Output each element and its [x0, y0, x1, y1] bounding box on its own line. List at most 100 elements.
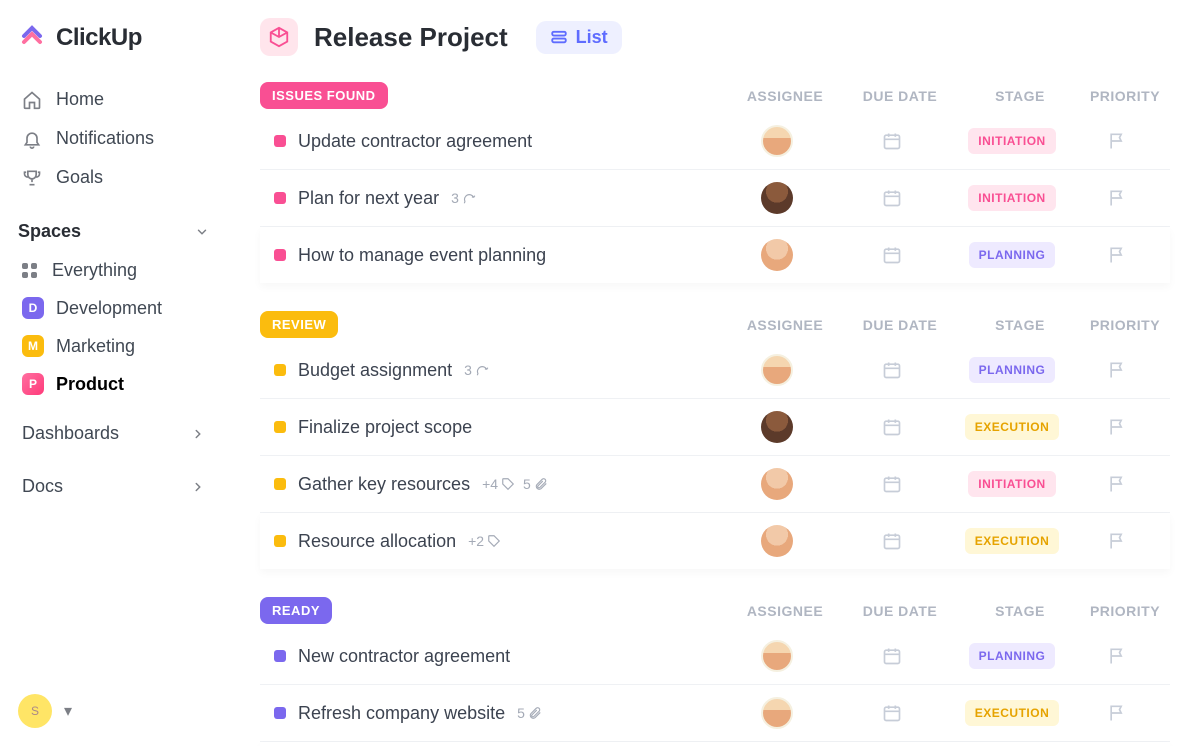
priority-cell[interactable] [1072, 188, 1162, 208]
stage-cell[interactable]: EXECUTION [952, 700, 1072, 726]
assignee-cell[interactable] [722, 354, 832, 386]
assignee-cell[interactable] [722, 640, 832, 672]
sidebar-dashboards[interactable]: Dashboards [18, 411, 212, 456]
calendar-icon [882, 531, 902, 551]
chevron-right-icon [188, 477, 208, 497]
group-label[interactable]: ISSUES FOUND [260, 82, 388, 109]
flag-icon [1107, 703, 1127, 723]
nav-label: Notifications [56, 128, 154, 149]
assignee-cell[interactable] [722, 125, 832, 157]
priority-cell[interactable] [1072, 531, 1162, 551]
main-content: Release Project List ISSUES FOUND ASSIGN… [230, 0, 1200, 746]
flag-icon [1107, 646, 1127, 666]
col-stage: STAGE [960, 317, 1080, 333]
due-date-cell[interactable] [832, 245, 952, 265]
assignee-cell[interactable] [722, 525, 832, 557]
assignee-cell[interactable] [722, 697, 832, 729]
chevron-down-icon [192, 222, 212, 242]
task-row[interactable]: Finalize project scope EXECUTION [260, 399, 1170, 456]
task-row[interactable]: New contractor agreement PLANNING [260, 628, 1170, 685]
logo[interactable]: ClickUp [18, 24, 212, 52]
stage-cell[interactable]: INITIATION [952, 471, 1072, 497]
sidebar-space-development[interactable]: DDevelopment [18, 289, 212, 327]
status-dot[interactable] [274, 478, 286, 490]
assignee-cell[interactable] [722, 411, 832, 443]
stage-cell[interactable]: EXECUTION [952, 528, 1072, 554]
due-date-cell[interactable] [832, 417, 952, 437]
status-dot[interactable] [274, 135, 286, 147]
sidebar-docs[interactable]: Docs [18, 464, 212, 509]
everything-label: Everything [52, 260, 137, 281]
nav-label: Home [56, 89, 104, 110]
task-row[interactable]: How to manage event planning PLANNING [260, 227, 1170, 283]
sidebar-nav-home[interactable]: Home [18, 80, 212, 119]
due-date-cell[interactable] [832, 360, 952, 380]
assignee-cell[interactable] [722, 468, 832, 500]
status-dot[interactable] [274, 535, 286, 547]
priority-cell[interactable] [1072, 474, 1162, 494]
priority-cell[interactable] [1072, 646, 1162, 666]
task-row[interactable]: Resource allocation +2 EXECUTION [260, 513, 1170, 569]
due-date-cell[interactable] [832, 474, 952, 494]
task-title: New contractor agreement [298, 646, 510, 667]
stage-pill: PLANNING [969, 357, 1056, 383]
flag-icon [1107, 474, 1127, 494]
column-headers: ASSIGNEE DUE DATE STAGE PRIORITY [730, 603, 1170, 619]
group-label[interactable]: REVIEW [260, 311, 338, 338]
calendar-icon [882, 703, 902, 723]
stage-cell[interactable]: PLANNING [952, 643, 1072, 669]
status-dot[interactable] [274, 421, 286, 433]
due-date-cell[interactable] [832, 188, 952, 208]
col-assignee: ASSIGNEE [730, 88, 840, 104]
sidebar-everything[interactable]: Everything [18, 252, 212, 289]
status-dot[interactable] [274, 707, 286, 719]
col-priority: PRIORITY [1080, 317, 1170, 333]
task-row[interactable]: Update contractor agreement INITIATION [260, 113, 1170, 170]
caret-down-icon: ▾ [58, 701, 78, 721]
status-dot[interactable] [274, 249, 286, 261]
col-due-date: DUE DATE [840, 88, 960, 104]
due-date-cell[interactable] [832, 703, 952, 723]
priority-cell[interactable] [1072, 360, 1162, 380]
assignee-cell[interactable] [722, 239, 832, 271]
calendar-icon [882, 360, 902, 380]
task-row[interactable]: Plan for next year 3 INITIATION [260, 170, 1170, 227]
priority-cell[interactable] [1072, 703, 1162, 723]
assignee-avatar [761, 468, 793, 500]
assignee-cell[interactable] [722, 182, 832, 214]
task-row[interactable]: Budget assignment 3 PLANNING [260, 342, 1170, 399]
flag-icon [1107, 131, 1127, 151]
stage-cell[interactable]: PLANNING [952, 357, 1072, 383]
view-selector[interactable]: List [536, 21, 622, 54]
stage-cell[interactable]: INITIATION [952, 128, 1072, 154]
group-label[interactable]: READY [260, 597, 332, 624]
due-date-cell[interactable] [832, 531, 952, 551]
stage-cell[interactable]: PLANNING [952, 242, 1072, 268]
due-date-cell[interactable] [832, 646, 952, 666]
due-date-cell[interactable] [832, 131, 952, 151]
calendar-icon [882, 245, 902, 265]
flag-icon [1107, 417, 1127, 437]
sidebar-space-product[interactable]: PProduct [18, 365, 212, 403]
sidebar-nav-goals[interactable]: Goals [18, 158, 212, 197]
task-title: Budget assignment [298, 360, 452, 381]
task-row[interactable]: Refresh company website 5 EXECUTION [260, 685, 1170, 742]
status-dot[interactable] [274, 650, 286, 662]
user-menu[interactable]: S ▾ [18, 694, 212, 728]
docs-label: Docs [22, 476, 63, 497]
calendar-icon [882, 188, 902, 208]
status-dot[interactable] [274, 364, 286, 376]
space-letter-icon: D [22, 297, 44, 319]
status-dot[interactable] [274, 192, 286, 204]
stage-cell[interactable]: EXECUTION [952, 414, 1072, 440]
spaces-header[interactable]: Spaces [18, 221, 212, 242]
sidebar-space-marketing[interactable]: MMarketing [18, 327, 212, 365]
priority-cell[interactable] [1072, 131, 1162, 151]
sidebar-nav-notifications[interactable]: Notifications [18, 119, 212, 158]
stage-cell[interactable]: INITIATION [952, 185, 1072, 211]
task-row[interactable]: Update key objectives 5 EXECUTION [260, 742, 1170, 746]
priority-cell[interactable] [1072, 417, 1162, 437]
task-title: How to manage event planning [298, 245, 546, 266]
priority-cell[interactable] [1072, 245, 1162, 265]
task-row[interactable]: Gather key resources +4 5 INITIATION [260, 456, 1170, 513]
